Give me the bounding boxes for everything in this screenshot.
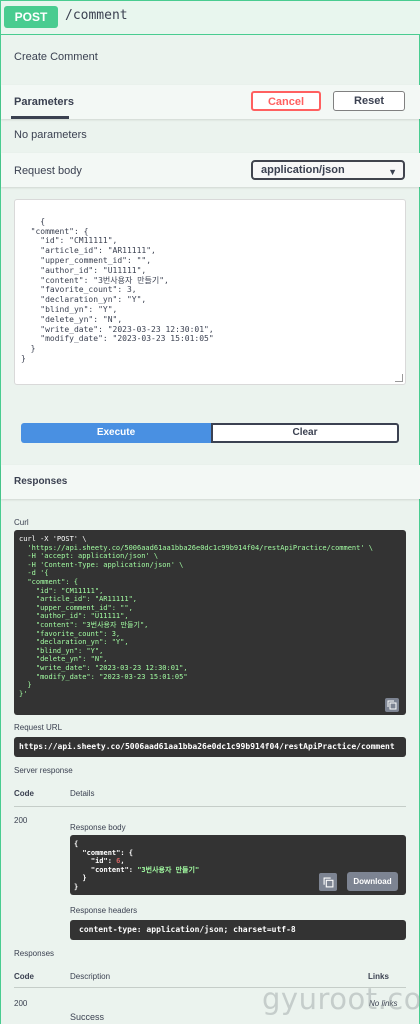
curl-command: curl -X 'POST' \ (19, 535, 87, 543)
json-key: "id": (74, 857, 117, 866)
request-body-label: Request body (14, 165, 82, 177)
request-url: https://api.sheety.co/5006aad61aa1bba26e… (14, 737, 406, 757)
curl-label: Curl (14, 518, 29, 527)
doc-description-header: Description (70, 972, 111, 981)
json-brace: } (74, 882, 79, 891)
request-url-label: Request URL (14, 723, 63, 732)
responses-title: Responses (14, 476, 68, 487)
operation-path: /comment (65, 8, 128, 23)
copy-curl-button[interactable] (385, 698, 399, 712)
json-key: "content": (74, 865, 138, 874)
reset-button[interactable]: Reset (333, 91, 405, 111)
curl-command-body: 'https://api.sheety.co/5006aad61aa1bba26… (19, 543, 374, 698)
copy-response-button[interactable] (319, 873, 337, 891)
json-string: "3번사용자 만들기" (137, 865, 200, 874)
json-line: "comment": { (74, 848, 134, 857)
doc-responses-label: Responses (14, 949, 55, 958)
json-line: } (74, 874, 87, 883)
doc-links-header: Links (368, 972, 389, 981)
request-body-json: { "comment": { "id": "CM11111", "article… (21, 216, 214, 363)
operation-block: POST /comment Create Comment Parameters … (0, 0, 420, 1024)
doc-description: Success (70, 1012, 105, 1022)
execute-button[interactable]: Execute (21, 423, 211, 443)
response-headers: content-type: application/json; charset=… (70, 920, 406, 940)
tab-active-indicator (11, 116, 69, 119)
divider (14, 806, 406, 807)
resize-grip-icon[interactable] (395, 374, 403, 382)
response-headers-label: Response headers (70, 906, 138, 915)
clear-button[interactable]: Clear (211, 423, 399, 443)
details-header: Details (70, 789, 95, 798)
no-parameters-text: No parameters (14, 129, 87, 141)
chevron-down-icon: ▼ (388, 167, 397, 177)
operation-summary[interactable]: POST /comment (1, 1, 420, 35)
tab-parameters[interactable]: Parameters (14, 96, 74, 108)
copy-icon (323, 877, 333, 887)
server-response-label: Server response (14, 766, 73, 775)
copy-icon (387, 700, 397, 710)
content-type-value: application/json (261, 164, 345, 176)
method-badge: POST (4, 6, 58, 28)
code-header: Code (14, 789, 34, 798)
download-button[interactable]: Download (347, 872, 398, 891)
curl-command-box: curl -X 'POST' \ 'https://api.sheety.co/… (14, 530, 406, 715)
content-type-select[interactable]: application/json ▼ (251, 160, 405, 180)
json-comma: , (120, 857, 125, 866)
watermark: gyuroot.com (262, 982, 420, 1016)
doc-code-header: Code (14, 972, 34, 981)
doc-status-code: 200 (14, 999, 28, 1008)
response-body-label: Response body (70, 823, 126, 832)
operation-description: Create Comment (14, 51, 98, 63)
cancel-button[interactable]: Cancel (251, 91, 321, 111)
status-code: 200 (14, 816, 28, 825)
json-brace: { (74, 840, 79, 848)
request-body-editor[interactable]: { "comment": { "id": "CM11111", "article… (14, 199, 406, 385)
